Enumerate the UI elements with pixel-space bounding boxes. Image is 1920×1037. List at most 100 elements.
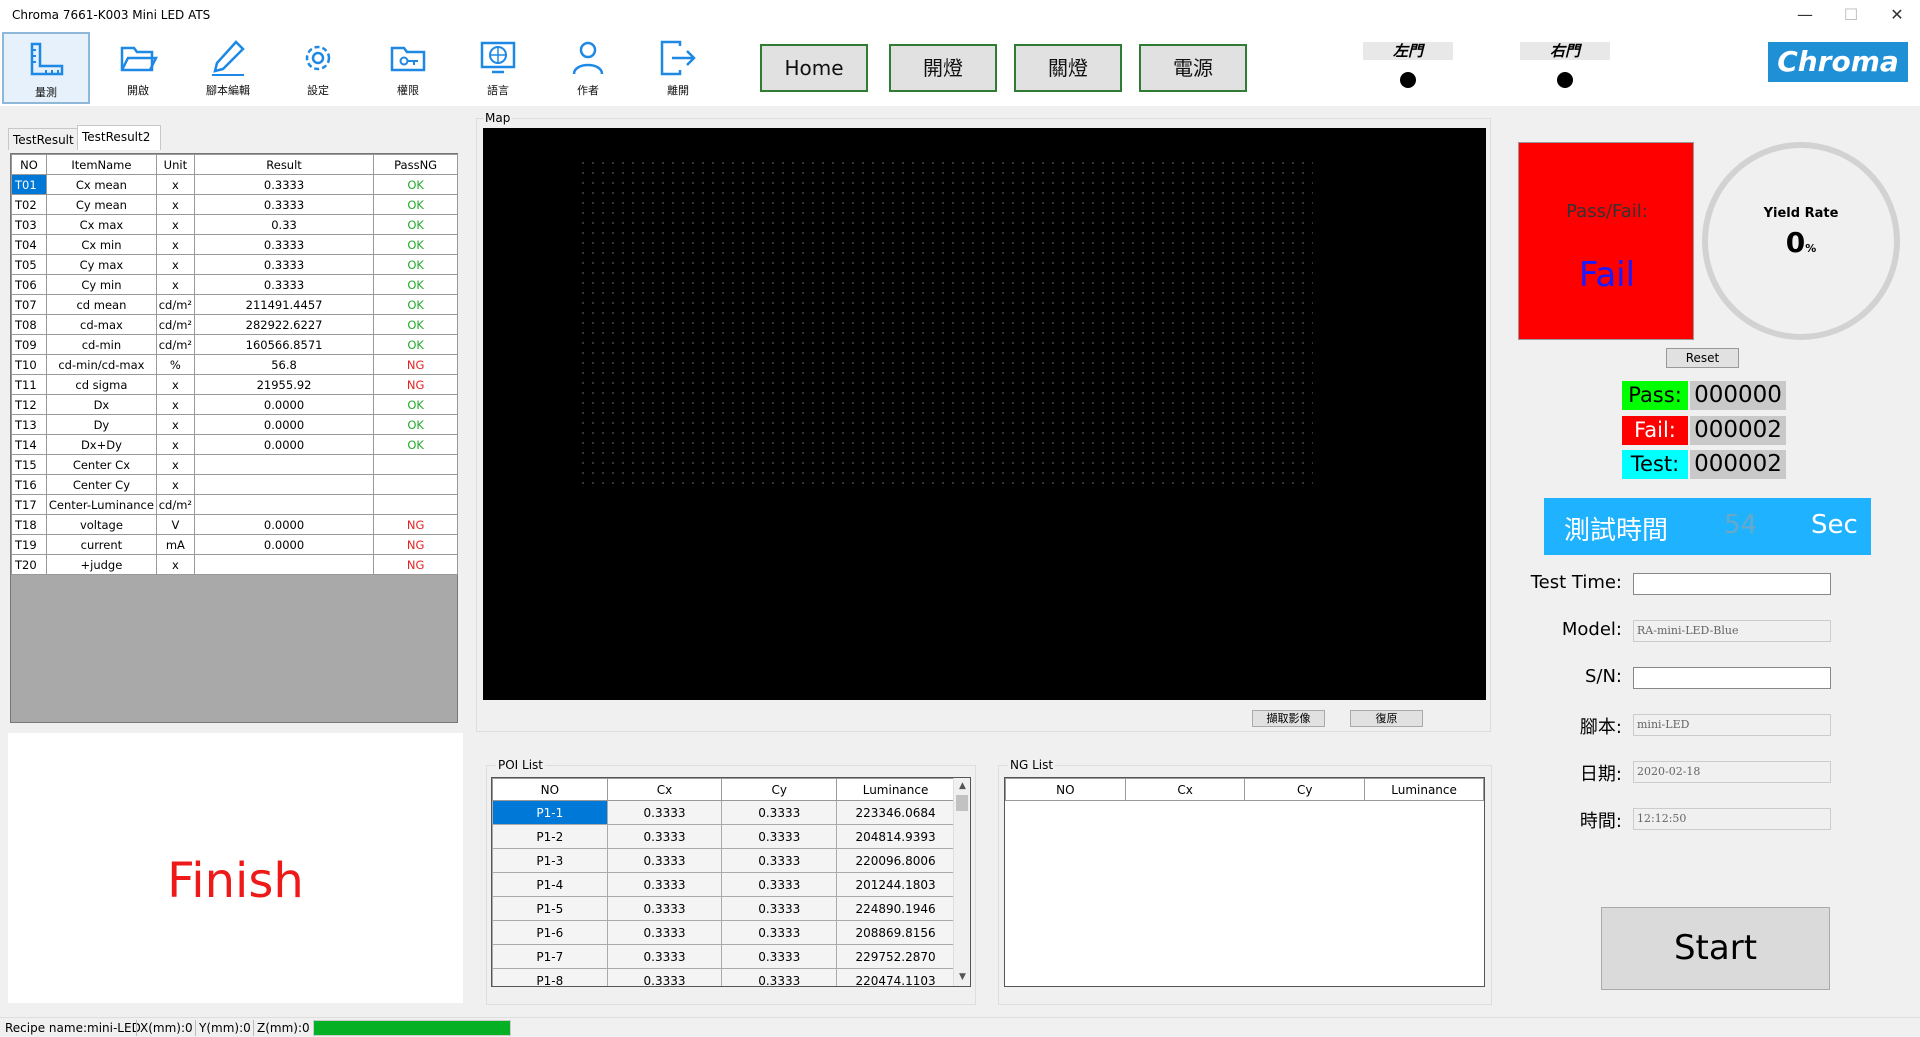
tool-script-edit-button[interactable]: 腳本編輯 bbox=[184, 32, 272, 104]
unit-cell: x bbox=[155, 274, 195, 295]
tab-testresult2[interactable]: TestResult2 bbox=[77, 125, 161, 150]
poi-scrollbar[interactable]: ▲ ▼ bbox=[953, 778, 970, 986]
right-door-status-dot bbox=[1557, 72, 1573, 88]
table-row[interactable]: T06 Cy min x 0.3333 OK bbox=[11, 274, 458, 295]
poi-row[interactable]: P1-8 0.3333 0.3333 220474.1103 bbox=[492, 968, 955, 986]
pass-ng-cell: NG bbox=[373, 354, 458, 375]
table-row[interactable]: T13 Dy x 0.0000 OK bbox=[11, 414, 458, 435]
model-field[interactable]: RA-mini-LED-Blue bbox=[1633, 620, 1831, 642]
gear-icon bbox=[305, 45, 331, 71]
poi-no-cell: P1-1 bbox=[492, 800, 608, 825]
reset-button[interactable]: Reset bbox=[1666, 348, 1739, 368]
unit-cell: x bbox=[155, 474, 195, 495]
map-view[interactable] bbox=[483, 128, 1486, 700]
column-header[interactable]: NO bbox=[492, 778, 608, 801]
poi-no-cell: P1-2 bbox=[492, 824, 608, 849]
sn-field[interactable] bbox=[1633, 667, 1831, 689]
globe-icon bbox=[480, 41, 516, 74]
restore-button[interactable]: 復原 bbox=[1350, 710, 1423, 727]
poi-row[interactable]: P1-4 0.3333 0.3333 201244.1803 bbox=[492, 872, 955, 897]
table-row[interactable]: T08 cd-max cd/m² 282922.6227 OK bbox=[11, 314, 458, 335]
tool-label: 語言 bbox=[487, 84, 509, 97]
table-row[interactable]: T04 Cx min x 0.3333 OK bbox=[11, 234, 458, 255]
ng-list[interactable]: NO Cx Cy Luminance bbox=[1004, 777, 1485, 987]
table-row[interactable]: T09 cd-min cd/m² 160566.8571 OK bbox=[11, 334, 458, 355]
table-row[interactable]: T17 Center-Luminance cd/m² bbox=[11, 494, 458, 515]
unit-cell: cd/m² bbox=[155, 334, 195, 355]
scroll-thumb[interactable] bbox=[956, 795, 968, 811]
folder-open-icon bbox=[120, 46, 158, 72]
scroll-up-icon[interactable]: ▲ bbox=[954, 778, 970, 795]
poi-row[interactable]: P1-3 0.3333 0.3333 220096.8006 bbox=[492, 848, 955, 873]
column-header[interactable]: Cx bbox=[1124, 778, 1246, 801]
tool-open-button[interactable]: 開啟 bbox=[94, 32, 182, 104]
poi-row[interactable]: P1-7 0.3333 0.3333 229752.2870 bbox=[492, 944, 955, 969]
ng-caption: NG List bbox=[1008, 758, 1056, 772]
light-on-button[interactable]: 開燈 bbox=[889, 44, 997, 92]
time-field[interactable]: 12:12:50 bbox=[1633, 808, 1831, 830]
column-header[interactable]: Unit bbox=[155, 154, 195, 175]
item-name-cell: current bbox=[45, 534, 157, 555]
home-button[interactable]: Home bbox=[760, 44, 868, 92]
maximize-button[interactable]: ☐ bbox=[1828, 0, 1874, 30]
table-row[interactable]: T18 voltage V 0.0000 NG bbox=[11, 514, 458, 535]
ruler-icon bbox=[30, 42, 64, 76]
column-header[interactable]: Cy bbox=[721, 778, 838, 801]
column-header[interactable]: ItemName bbox=[45, 154, 157, 175]
item-name-cell: Center Cy bbox=[45, 474, 157, 495]
test-time-field[interactable] bbox=[1633, 573, 1831, 595]
table-row[interactable]: T15 Center Cx x bbox=[11, 454, 458, 475]
column-header[interactable]: Cx bbox=[606, 778, 723, 801]
table-row[interactable]: T19 current mA 0.0000 NG bbox=[11, 534, 458, 555]
app-window: Chroma 7661-K003 Mini LED ATS — ☐ ✕ 量測 開… bbox=[0, 0, 1920, 1037]
column-header[interactable]: NO bbox=[11, 154, 47, 175]
poi-row[interactable]: P1-2 0.3333 0.3333 204814.9393 bbox=[492, 824, 955, 849]
column-header[interactable]: Luminance bbox=[836, 778, 955, 801]
table-row[interactable]: T14 Dx+Dy x 0.0000 OK bbox=[11, 434, 458, 455]
y-position: Y(mm):0 bbox=[199, 1021, 251, 1035]
result-cell bbox=[193, 454, 375, 475]
result-cell bbox=[193, 494, 375, 515]
poi-row[interactable]: P1-1 0.3333 0.3333 223346.0684 bbox=[492, 800, 955, 825]
column-header[interactable]: PassNG bbox=[373, 154, 458, 175]
table-row[interactable]: T03 Cx max x 0.33 OK bbox=[11, 214, 458, 235]
tool-author-button[interactable]: 作者 bbox=[544, 32, 632, 104]
pass-ng-cell: OK bbox=[373, 434, 458, 455]
date-field[interactable]: 2020-02-18 bbox=[1633, 761, 1831, 783]
scroll-down-icon[interactable]: ▼ bbox=[954, 969, 970, 986]
power-button[interactable]: 電源 bbox=[1139, 44, 1247, 92]
poi-row[interactable]: P1-5 0.3333 0.3333 224890.1946 bbox=[492, 896, 955, 921]
minimize-button[interactable]: — bbox=[1782, 0, 1828, 30]
column-header[interactable]: NO bbox=[1005, 778, 1126, 801]
table-row[interactable]: T02 Cy mean x 0.3333 OK bbox=[11, 194, 458, 215]
light-off-button[interactable]: 關燈 bbox=[1014, 44, 1122, 92]
table-row[interactable]: T10 cd-min/cd-max% 56.8 NG bbox=[11, 354, 458, 375]
close-button[interactable]: ✕ bbox=[1874, 0, 1920, 30]
tool-language-button[interactable]: 語言 bbox=[454, 32, 542, 104]
table-row[interactable]: T01 Cx mean x 0.3333 OK bbox=[11, 174, 458, 195]
column-header[interactable]: Cy bbox=[1244, 778, 1366, 801]
script-field[interactable]: mini-LED bbox=[1633, 714, 1831, 736]
table-row[interactable]: T05 Cy max x 0.3333 OK bbox=[11, 254, 458, 275]
unit-cell: cd/m² bbox=[155, 294, 195, 315]
poi-luminance-cell: 204814.9393 bbox=[836, 824, 955, 849]
tool-exit-button[interactable]: 離開 bbox=[634, 32, 722, 104]
tab-testresult[interactable]: TestResult bbox=[8, 128, 78, 150]
table-row[interactable]: T12 Dx x 0.0000 OK bbox=[11, 394, 458, 415]
pass-ng-cell: OK bbox=[373, 214, 458, 235]
table-row[interactable]: T07 cd mean cd/m² 211491.4457 OK bbox=[11, 294, 458, 315]
tool-settings-button[interactable]: 設定 bbox=[274, 32, 362, 104]
table-row[interactable]: T20 +judge x NG bbox=[11, 554, 458, 575]
column-header[interactable]: Result bbox=[193, 154, 375, 175]
table-row[interactable]: T16 Center Cy x bbox=[11, 474, 458, 495]
poi-list[interactable]: NO Cx Cy Luminance P1-1 0.3333 0.3333 22334… bbox=[491, 777, 971, 987]
table-row[interactable]: T11 cd sigma x 21955.92 NG bbox=[11, 374, 458, 395]
poi-row[interactable]: P1-6 0.3333 0.3333 208869.8156 bbox=[492, 920, 955, 945]
poi-luminance-cell: 208869.8156 bbox=[836, 920, 955, 945]
poi-luminance-cell: 223346.0684 bbox=[836, 800, 955, 825]
tool-measure-button[interactable]: 量測 bbox=[2, 32, 90, 104]
start-button[interactable]: Start bbox=[1601, 907, 1830, 990]
capture-image-button[interactable]: 擷取影像 bbox=[1252, 710, 1325, 727]
tool-permission-button[interactable]: 權限 bbox=[364, 32, 452, 104]
column-header[interactable]: Luminance bbox=[1364, 778, 1484, 801]
